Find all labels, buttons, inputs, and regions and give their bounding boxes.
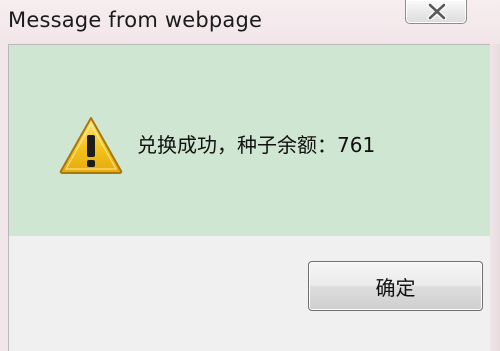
dialog-title: Message from webpage: [8, 8, 263, 32]
warning-triangle-icon: [59, 117, 123, 174]
dialog-content: 兑换成功，种子余额：761 确定: [8, 44, 490, 351]
message-dialog: Message from webpage 兑换成功，种子余额：761 确定: [0, 0, 500, 351]
window-frame-left: [0, 44, 8, 351]
ok-button-label: 确定: [375, 275, 416, 300]
message-text: 兑换成功，种子余额：761: [137, 133, 376, 157]
close-button[interactable]: [405, 0, 467, 24]
message-area: 兑换成功，种子余额：761: [9, 45, 490, 236]
close-x-icon: [427, 3, 447, 20]
ok-button[interactable]: 确定: [308, 261, 483, 311]
window-frame-right: [490, 44, 500, 351]
title-bar[interactable]: Message from webpage: [0, 0, 500, 44]
